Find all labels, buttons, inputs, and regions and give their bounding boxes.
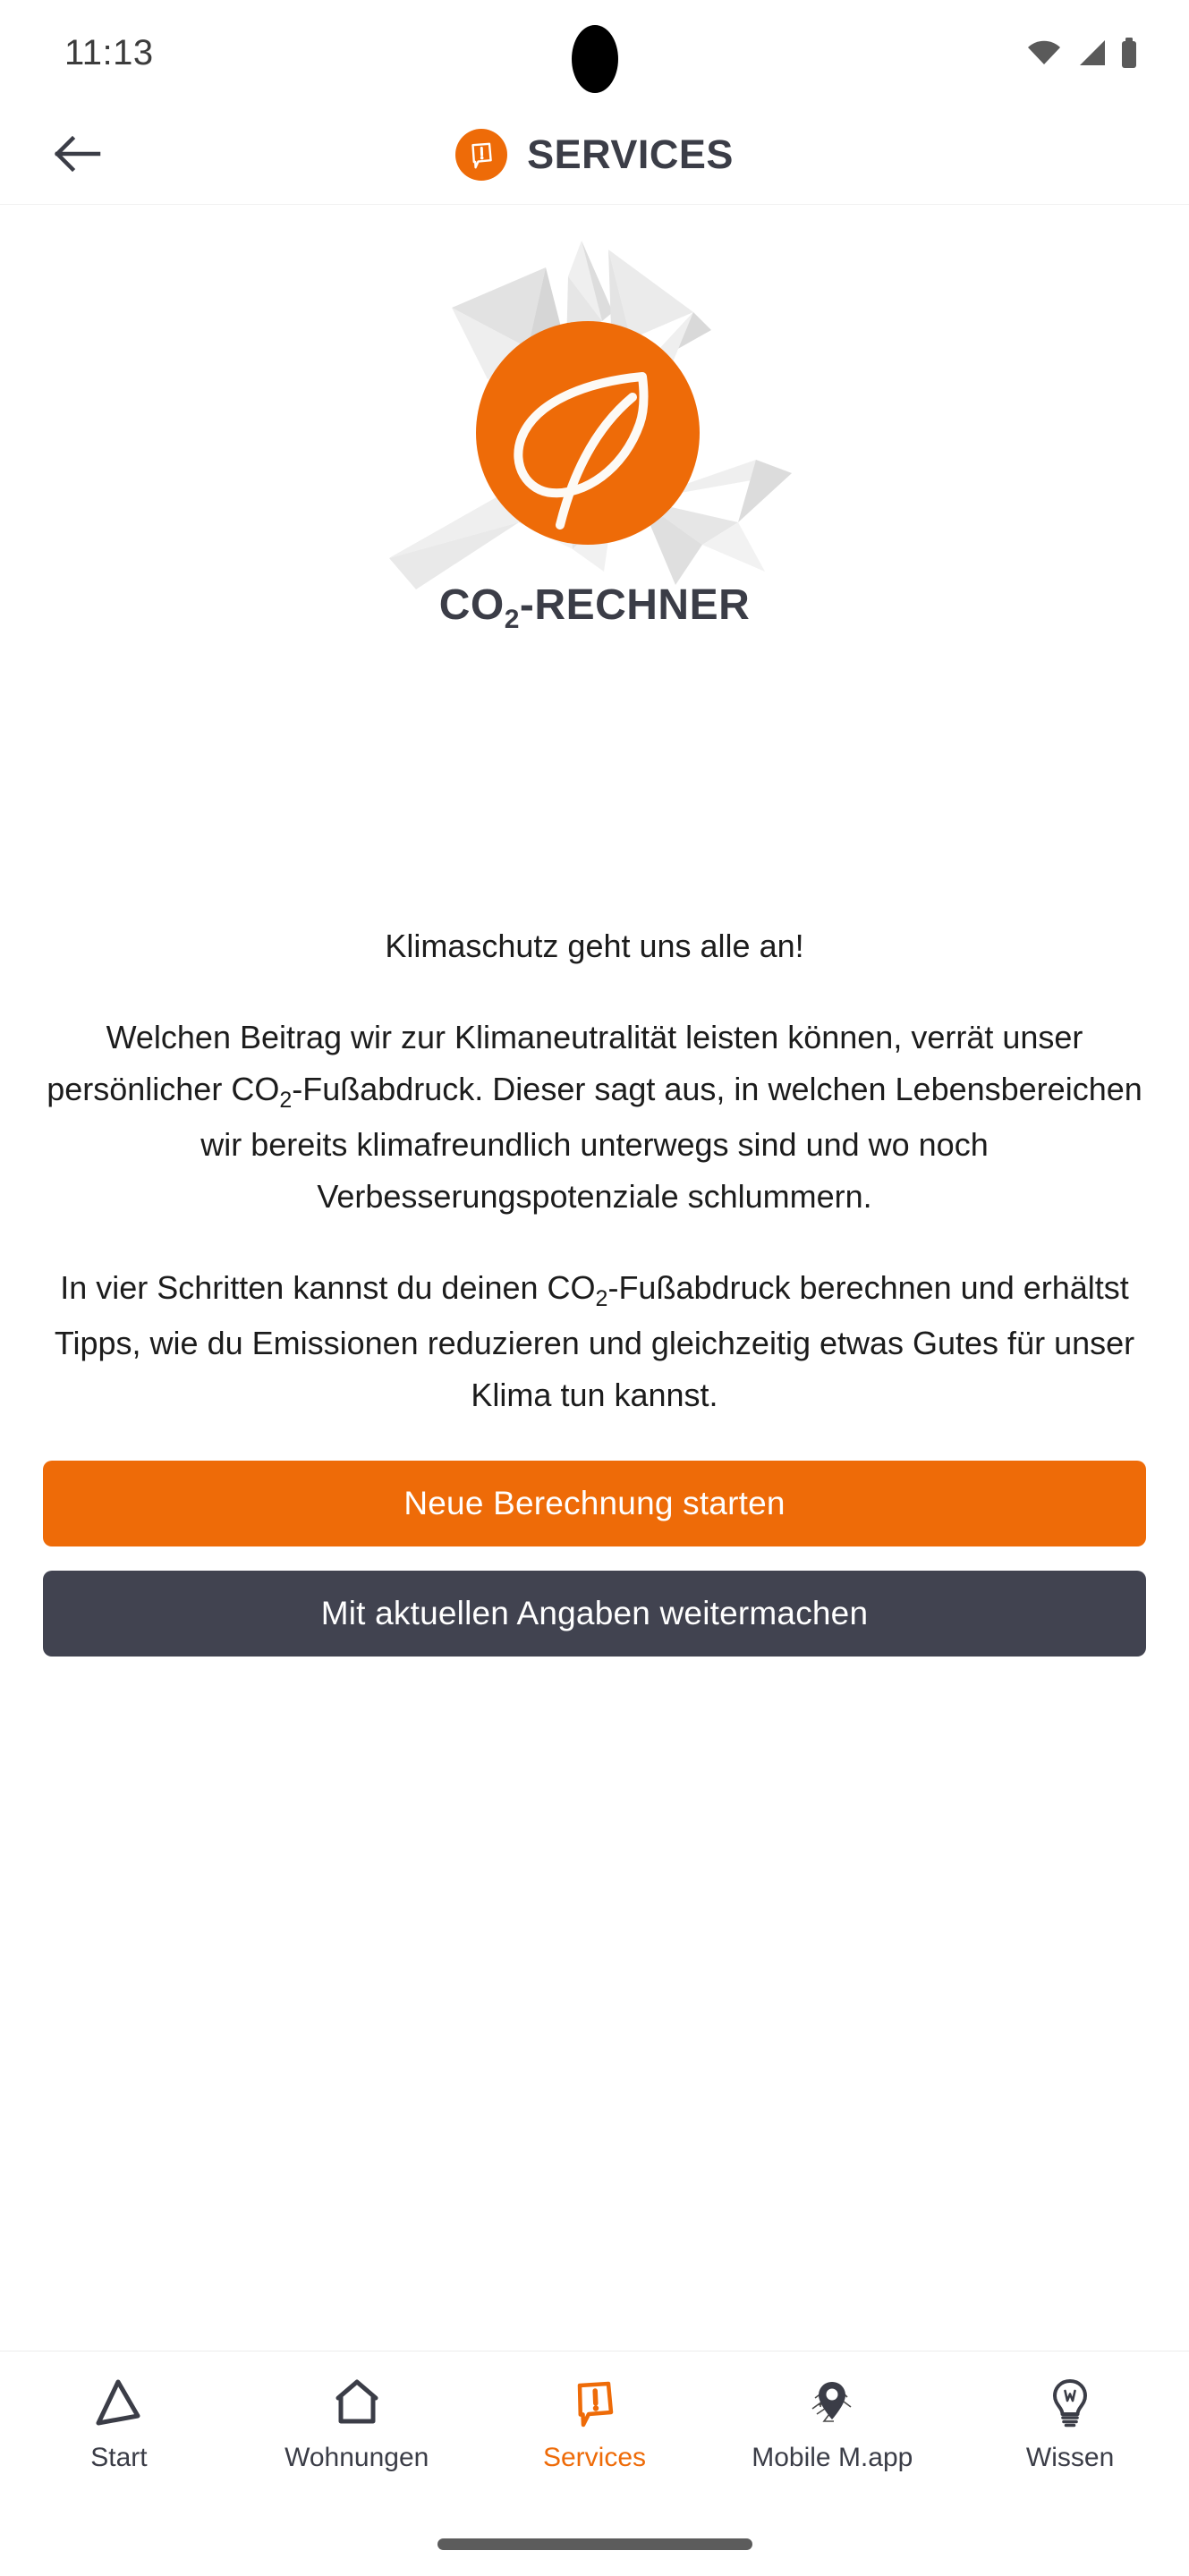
main-content: CO2-RECHNER Klimaschutz geht uns alle an… — [0, 204, 1189, 2351]
nav-label-start: Start — [90, 2443, 148, 2472]
back-button[interactable] — [45, 123, 109, 187]
battery-icon — [1119, 38, 1139, 68]
nav-label-mobile-mapp: Mobile M.app — [752, 2443, 913, 2472]
nav-item-start[interactable]: Start — [0, 2375, 238, 2473]
map-pin-icon — [804, 2375, 860, 2430]
triangle-arrow-icon — [91, 2375, 147, 2430]
services-brand-logo — [455, 129, 508, 181]
co2-leaf-burst-illustration — [344, 214, 845, 589]
lightbulb-w-icon — [1042, 2375, 1098, 2430]
app-header: SERVICES — [0, 106, 1189, 204]
continue-with-current-data-button[interactable]: Mit aktuellen Angaben weitermachen — [43, 1571, 1146, 1657]
co2-subscript: 2 — [279, 1088, 293, 1113]
nav-item-wissen[interactable]: Wissen — [951, 2375, 1189, 2473]
wifi-icon — [1026, 38, 1062, 67]
hero-caption-sub: 2 — [504, 605, 520, 634]
nav-item-wohnungen[interactable]: Wohnungen — [238, 2375, 476, 2473]
nav-label-wohnungen: Wohnungen — [285, 2443, 429, 2472]
nav-label-wissen: Wissen — [1025, 2443, 1115, 2472]
page-title: SERVICES — [527, 131, 734, 177]
content-filler — [0, 1657, 1189, 2351]
paragraph-steps-part1: In vier Schritten kannst du deinen CO — [60, 1269, 596, 1306]
body-copy: Klimaschutz geht uns alle an! Welchen Be… — [0, 920, 1189, 1421]
bottom-navigation: Start Wohnungen Services Mobile M.app Wi… — [0, 2351, 1189, 2512]
speech-bubble-exclamation-icon — [566, 2375, 622, 2430]
paragraph-intro: Klimaschutz geht uns alle an! — [385, 928, 804, 964]
house-icon — [329, 2375, 385, 2430]
paragraph-description: Welchen Beitrag wir zur Klimaneutralität… — [36, 1012, 1153, 1223]
status-time: 11:13 — [64, 32, 154, 72]
start-new-calculation-button[interactable]: Neue Berechnung starten — [43, 1461, 1146, 1546]
back-arrow-icon — [52, 133, 102, 177]
header-center: SERVICES — [0, 129, 1189, 181]
hero-section: CO2-RECHNER — [0, 205, 1189, 741]
home-gesture-bar[interactable] — [437, 2538, 752, 2550]
cellular-signal-icon — [1074, 38, 1107, 67]
nav-item-services[interactable]: Services — [476, 2375, 714, 2473]
status-bar: 11:13 — [0, 0, 1189, 106]
paragraph-steps: In vier Schritten kannst du deinen CO2-F… — [36, 1262, 1153, 1421]
phone-screen: 11:13 SERVICES CO2-RECHNER Klimaschutz g… — [0, 0, 1189, 2576]
camera-punch-hole — [571, 25, 618, 93]
status-icons — [1026, 38, 1139, 68]
co2-subscript: 2 — [595, 1286, 608, 1311]
gesture-area — [0, 2512, 1189, 2576]
nav-label-services: Services — [542, 2443, 647, 2472]
action-buttons: Neue Berechnung starten Mit aktuellen An… — [0, 1461, 1189, 1657]
nav-item-mobile-mapp[interactable]: Mobile M.app — [713, 2375, 951, 2473]
paragraph-description-part2: -Fußabdruck. Dieser sagt aus, in welchen… — [200, 1071, 1142, 1215]
